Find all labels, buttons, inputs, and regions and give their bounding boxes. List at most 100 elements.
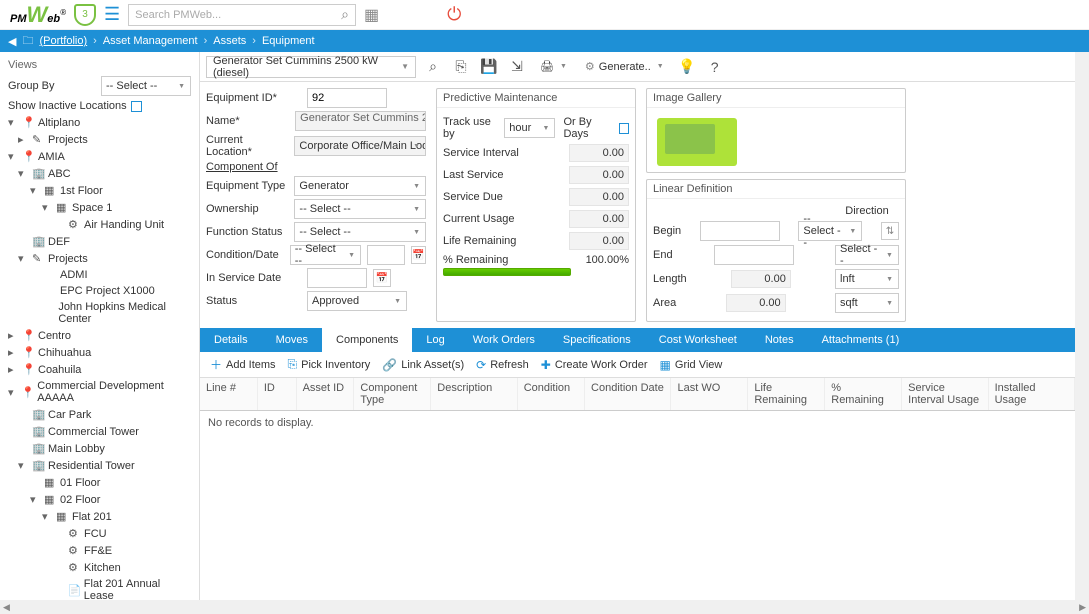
in-service-date-input[interactable] (307, 268, 367, 288)
tree-node[interactable]: 🏢Commercial Tower (0, 423, 199, 440)
show-inactive-row[interactable]: Show Inactive Locations (0, 98, 199, 114)
tree-node[interactable]: ▾🏢ABC (0, 165, 199, 182)
bulb-icon[interactable]: 💡 (676, 56, 698, 78)
tab-cost-worksheet[interactable]: Cost Worksheet (645, 328, 751, 352)
tree-node[interactable]: ⚙FCU (0, 525, 199, 542)
grid-col-header[interactable]: Component Type (354, 378, 431, 410)
tab-attachments-[interactable]: Attachments (1) (808, 328, 914, 352)
shield-badge[interactable]: 3 (74, 4, 96, 26)
tree-node[interactable]: ⚙FF&E (0, 542, 199, 559)
save-icon[interactable]: 💾 (478, 56, 500, 78)
area-unit-select[interactable]: sqft (835, 293, 899, 313)
tree-node[interactable]: ▾✎Projects (0, 250, 199, 267)
equipment-id-input[interactable] (307, 88, 387, 108)
subtb-refresh[interactable]: ⟳Refresh (476, 358, 529, 372)
tree-node[interactable]: EPC Project X1000 (0, 283, 199, 299)
grid-col-header[interactable]: Asset ID (297, 378, 355, 410)
subtb-add-items[interactable]: ＋Add Items (210, 356, 276, 373)
tree-node[interactable]: 🏢DEF (0, 233, 199, 250)
subtb-grid-view[interactable]: ▦Grid View (660, 358, 723, 372)
grid-col-header[interactable]: Condition (518, 378, 585, 410)
tree-node[interactable]: 🏢Main Lobby (0, 440, 199, 457)
tab-components[interactable]: Components (322, 328, 412, 352)
group-by-select[interactable]: -- Select -- (101, 76, 191, 96)
direction-select[interactable]: -- Select -- (798, 221, 862, 241)
back-icon[interactable]: ◀ (8, 35, 16, 48)
calendar-icon[interactable]: ▦ (364, 5, 379, 25)
print-button[interactable]: 🖨 (534, 56, 573, 78)
grid-col-header[interactable]: % Remaining (825, 378, 902, 410)
tree-node[interactable]: ▦01 Floor (0, 474, 199, 491)
ownership-select[interactable]: -- Select -- (294, 199, 426, 219)
tree-node[interactable]: ▾🏢Residential Tower (0, 457, 199, 474)
subtb-pick-inventory[interactable]: ⎘Pick Inventory (288, 357, 371, 372)
grid-col-header[interactable]: Life Remaining (748, 378, 825, 410)
tree-node[interactable]: ▸📍Coahuila (0, 361, 199, 378)
tree-node[interactable]: ▾▦1st Floor (0, 182, 199, 199)
status-select[interactable]: Approved (307, 291, 407, 311)
tree-node[interactable]: ▾▦02 Floor (0, 491, 199, 508)
subtb-link-asset-s-[interactable]: 🔗Link Asset(s) (382, 358, 464, 372)
tree-node[interactable]: ADMI (0, 267, 199, 283)
horizontal-scrollbar[interactable] (0, 600, 1089, 614)
tree-node[interactable]: ⚙Kitchen (0, 559, 199, 576)
power-icon[interactable]: ⏻ (447, 4, 461, 25)
tab-notes[interactable]: Notes (751, 328, 808, 352)
name-field[interactable]: Generator Set Cummins 2500 kW (diesel) (295, 111, 426, 131)
grid-col-header[interactable]: Description (431, 378, 517, 410)
menu-icon[interactable]: ☰ (104, 4, 120, 25)
swap-icon[interactable]: ⇅ (881, 222, 899, 240)
equipment-type-select[interactable]: Generator (294, 176, 426, 196)
search-icon[interactable]: ⌕ (341, 6, 349, 23)
grid-col-header[interactable]: Condition Date (585, 378, 671, 410)
subtb-create-work-order[interactable]: ✚Create Work Order (541, 358, 648, 372)
begin-input[interactable] (700, 221, 780, 241)
tree-node[interactable]: ▸📍Chihuahua (0, 344, 199, 361)
calendar-icon[interactable]: 📅 (373, 269, 391, 287)
search-input[interactable]: Search PMWeb... ⌕ (128, 4, 356, 26)
track-use-select[interactable]: hour (504, 118, 555, 138)
tab-details[interactable]: Details (200, 328, 262, 352)
location-select[interactable]: Corporate Office/Main Lodge/Ground (294, 136, 426, 156)
tree-node[interactable]: 🏢Car Park (0, 406, 199, 423)
breadcrumb-portfolio[interactable]: (Portfolio) (39, 35, 87, 47)
tree-node[interactable]: ▾📍Commercial Development AAAAA (0, 378, 199, 406)
tree-node[interactable]: ▸✎Projects (0, 131, 199, 148)
breadcrumb-item[interactable]: Assets (213, 35, 246, 47)
show-inactive-checkbox[interactable] (131, 101, 142, 112)
or-by-days-checkbox[interactable] (619, 123, 629, 134)
grid-col-header[interactable]: Line # (200, 378, 258, 410)
condition-date-input[interactable] (367, 245, 405, 265)
tree-node[interactable]: ▾▦Flat 201 (0, 508, 199, 525)
tab-log[interactable]: Log (412, 328, 458, 352)
length-unit-select[interactable]: lnft (835, 269, 899, 289)
breadcrumb-item[interactable]: Asset Management (103, 35, 198, 47)
tree-node[interactable]: ▾📍AMIA (0, 148, 199, 165)
grid-col-header[interactable]: ID (258, 378, 297, 410)
function-status-select[interactable]: -- Select -- (294, 222, 426, 242)
component-of-link[interactable]: Component Of (206, 161, 301, 173)
search-record-icon[interactable]: ⌕ (422, 56, 444, 78)
tab-moves[interactable]: Moves (262, 328, 322, 352)
new-record-icon[interactable]: ⎘ (450, 56, 472, 78)
calendar-icon[interactable]: 📅 (411, 246, 426, 264)
grid-col-header[interactable]: Last WO (671, 378, 748, 410)
tree-node[interactable]: ▾📍Altiplano (0, 114, 199, 131)
record-selector[interactable]: Generator Set Cummins 2500 kW (diesel) (206, 56, 416, 78)
tree-node[interactable]: ⚙Air Handing Unit (0, 216, 199, 233)
breadcrumb-item[interactable]: Equipment (262, 35, 315, 47)
condition-select[interactable]: -- Select -- (290, 245, 361, 265)
tab-specifications[interactable]: Specifications (549, 328, 645, 352)
tree-node[interactable]: ▾▦Space 1 (0, 199, 199, 216)
grid-col-header[interactable]: Service Interval Usage (902, 378, 988, 410)
tab-work-orders[interactable]: Work Orders (459, 328, 549, 352)
grid-col-header[interactable]: Installed Usage (989, 378, 1075, 410)
end-direction-select[interactable]: Select -- (835, 245, 899, 265)
tree-node[interactable]: ▸📍Centro (0, 327, 199, 344)
help-icon[interactable]: ? (704, 56, 726, 78)
generate-button[interactable]: ⚙Generate.. (579, 56, 670, 78)
save-exit-icon[interactable]: ⇲ (506, 56, 528, 78)
tree-node[interactable]: John Hopkins Medical Center (0, 299, 199, 327)
end-input[interactable] (714, 245, 794, 265)
gallery-image[interactable] (657, 118, 737, 166)
